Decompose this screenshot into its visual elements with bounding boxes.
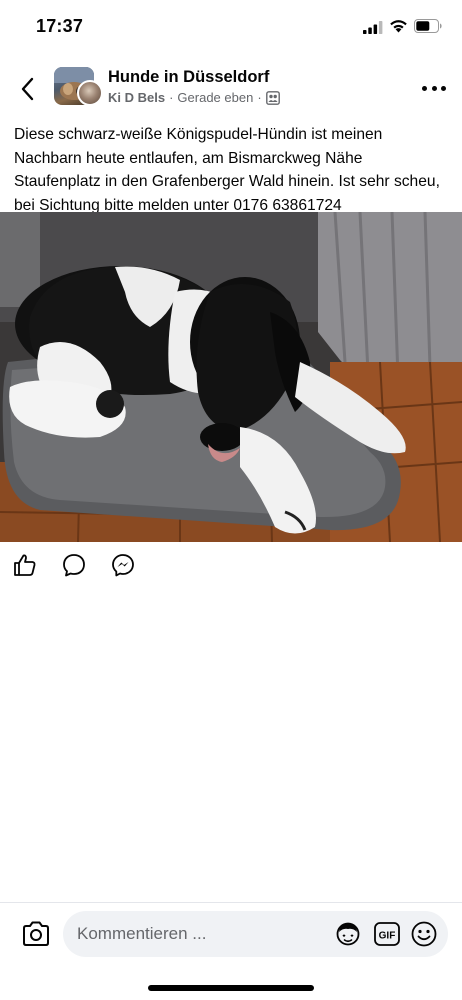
status-bar: 17:37	[0, 0, 462, 54]
cellular-signal-icon	[363, 21, 383, 34]
status-time: 17:37	[36, 16, 84, 36]
group-members-icon	[265, 90, 280, 105]
comment-input-container: GIF	[63, 911, 448, 957]
gif-icon: GIF	[374, 922, 400, 946]
meta-separator: ·	[169, 90, 174, 105]
post-timestamp[interactable]: Gerade eben	[177, 90, 253, 105]
like-icon[interactable]	[12, 552, 38, 578]
back-button[interactable]	[12, 72, 42, 106]
emoji-icon[interactable]	[410, 920, 438, 948]
more-options-button[interactable]	[422, 78, 446, 98]
post-actions	[0, 550, 462, 580]
gif-button[interactable]: GIF	[373, 920, 401, 948]
group-name[interactable]: Hunde in Düsseldorf	[108, 68, 269, 87]
chevron-left-icon	[21, 77, 34, 101]
comment-icon[interactable]	[61, 552, 87, 578]
comment-composer: GIF	[0, 902, 462, 1000]
camera-icon[interactable]	[20, 919, 52, 949]
more-dot	[431, 85, 437, 91]
group-avatar[interactable]	[54, 67, 103, 107]
post-text: Diese schwarz-weiße Königspudel-Hündin i…	[14, 126, 440, 214]
more-dot	[422, 85, 427, 91]
battery-icon	[414, 19, 442, 33]
messenger-share-icon[interactable]	[110, 552, 136, 578]
gif-label: GIF	[379, 931, 396, 942]
more-dot	[441, 85, 446, 91]
author-avatar	[77, 80, 103, 106]
avatar-sticker-icon[interactable]	[334, 920, 362, 948]
post-header: Hunde in Düsseldorf Ki D Bels · Gerade e…	[0, 60, 462, 120]
dog-photo-illustration	[0, 212, 462, 542]
comment-input[interactable]	[77, 911, 327, 957]
author-name[interactable]: Ki D Bels	[108, 90, 165, 105]
wifi-icon	[390, 20, 407, 33]
meta-separator: ·	[257, 90, 262, 105]
post-photo[interactable]	[0, 212, 462, 542]
post-meta: Ki D Bels · Gerade eben ·	[108, 90, 280, 105]
home-indicator	[148, 985, 314, 991]
